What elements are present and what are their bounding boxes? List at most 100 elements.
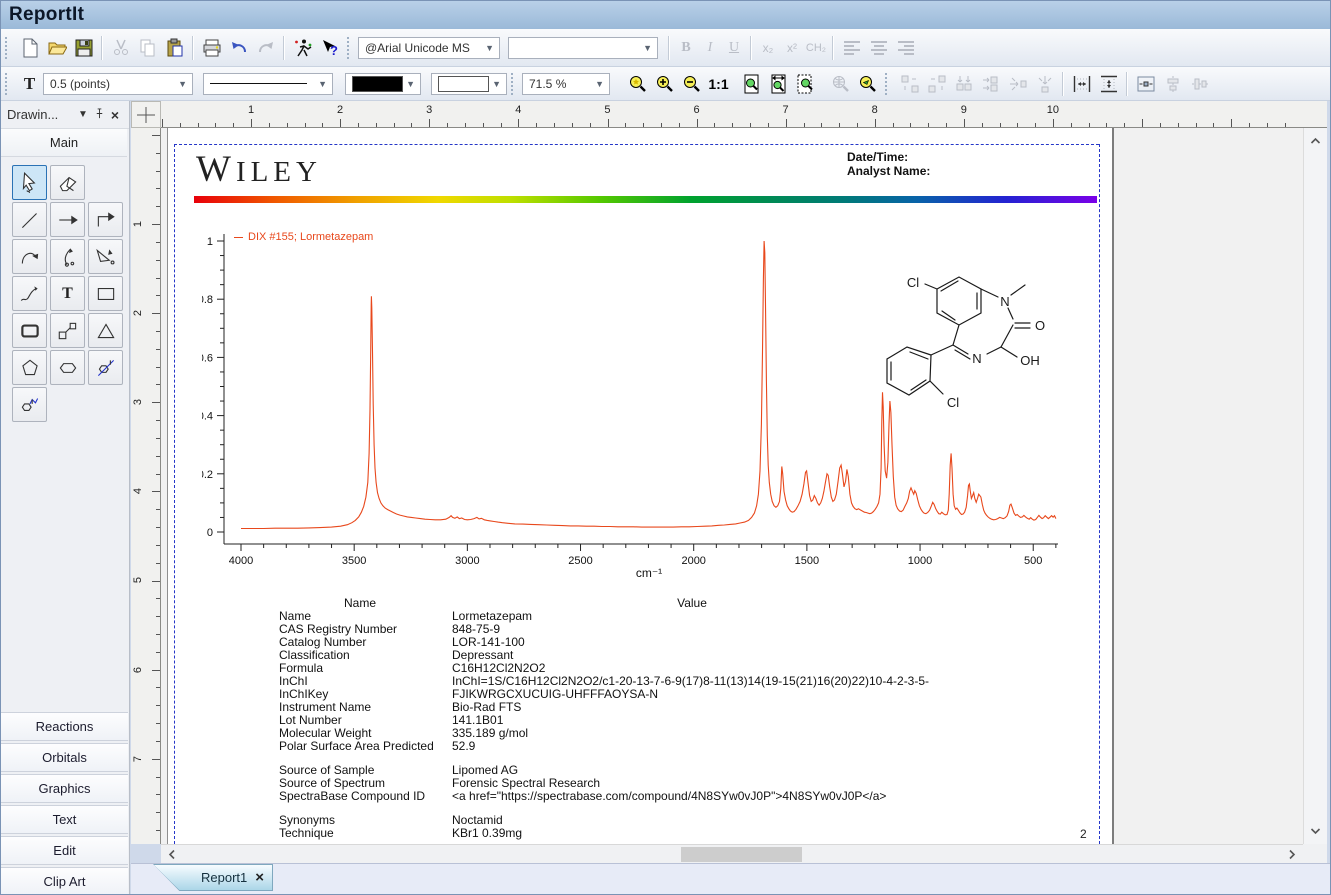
underline-button[interactable]: U <box>722 34 746 61</box>
ring-bond-tool[interactable] <box>88 350 123 385</box>
line-style-select[interactable]: ▼ <box>203 73 333 95</box>
distribute-down-button[interactable] <box>950 70 977 97</box>
polygon-pen-tool[interactable] <box>88 239 123 274</box>
ruler-tick <box>1178 123 1179 127</box>
point-size-select[interactable]: 0.5 (points) ▼ <box>43 73 193 95</box>
toolbar-grip[interactable] <box>5 37 11 59</box>
superscript-button[interactable]: x² <box>780 34 804 61</box>
ruler-origin-button[interactable] <box>131 101 161 128</box>
scroll-right-button[interactable] <box>1283 844 1301 864</box>
rounded-rectangle-tool[interactable] <box>12 313 47 348</box>
panel-button-graphics[interactable]: Graphics <box>1 774 128 803</box>
connected-shapes-tool[interactable] <box>50 313 85 348</box>
panel-close-button[interactable]: × <box>107 107 123 123</box>
center-horizontal-button[interactable] <box>1159 70 1186 97</box>
panel-menu-button[interactable]: ▼ <box>75 109 91 120</box>
toolbar-grip[interactable] <box>347 37 353 59</box>
fit-width-button[interactable] <box>765 70 792 97</box>
report-wizard-button[interactable] <box>289 34 316 61</box>
ruler-tick <box>1231 119 1232 127</box>
text-annotation-tool[interactable]: T <box>50 276 85 311</box>
bold-button[interactable]: B <box>674 34 698 61</box>
subscript-button[interactable]: x₂ <box>756 34 780 61</box>
arrow-tool[interactable] <box>50 202 85 237</box>
paste-button[interactable] <box>161 34 188 61</box>
toolbar-grip[interactable] <box>511 73 517 95</box>
equal-vertical-spacing-button[interactable] <box>1095 70 1122 97</box>
redo-button[interactable] <box>252 34 279 61</box>
center-vertical-button[interactable] <box>1186 70 1213 97</box>
fit-page-button[interactable] <box>738 70 765 97</box>
new-document-button[interactable] <box>16 34 43 61</box>
toolbar-grip[interactable] <box>885 73 891 95</box>
panel-button-orbitals[interactable]: Orbitals <box>1 743 128 772</box>
cut-button[interactable] <box>107 34 134 61</box>
fill-color-select[interactable]: ▼ <box>431 73 507 95</box>
hexagon-tool[interactable] <box>50 350 85 385</box>
distribute-right-button[interactable] <box>977 70 1004 97</box>
ruler-tick <box>152 491 160 492</box>
rectangle-tool[interactable] <box>88 276 123 311</box>
print-button[interactable] <box>198 34 225 61</box>
zoom-in-button[interactable] <box>651 70 678 97</box>
scroll-up-button[interactable] <box>1304 131 1326 151</box>
zoom-out-button[interactable] <box>678 70 705 97</box>
ruler-tick <box>269 123 270 127</box>
pentagon-tool[interactable] <box>12 350 47 385</box>
save-button[interactable] <box>70 34 97 61</box>
panel-button-reactions[interactable]: Reactions <box>1 712 128 741</box>
size-to-tallest-button[interactable] <box>923 70 950 97</box>
fit-selection-button[interactable] <box>792 70 819 97</box>
size-to-widest-button[interactable] <box>896 70 923 97</box>
font-family-select[interactable]: @Arial Unicode MS ▼ <box>358 37 500 59</box>
context-help-button[interactable]: ? <box>316 34 343 61</box>
horizontal-scrollbar[interactable] <box>161 844 1303 863</box>
report-page: WILEY Date/Time: Analyst Name: 400035003… <box>167 128 1114 844</box>
line-color-select[interactable]: ▼ <box>345 73 421 95</box>
style-select[interactable]: ▼ <box>508 37 658 59</box>
select-tool[interactable] <box>12 165 47 200</box>
line-tool[interactable] <box>12 202 47 237</box>
actual-size-button[interactable]: 1:1 <box>705 70 732 97</box>
scroll-left-button[interactable] <box>163 844 181 864</box>
space-down-button[interactable] <box>1031 70 1058 97</box>
italic-button[interactable]: I <box>698 34 722 61</box>
elbow-arrow-tool[interactable] <box>88 202 123 237</box>
tab-close-button[interactable]: × <box>255 870 264 885</box>
zoom-level-select[interactable]: 71.5 % ▼ <box>522 73 610 95</box>
pencil-tool[interactable] <box>12 276 47 311</box>
triangle-tool[interactable] <box>88 313 123 348</box>
eraser-tool[interactable] <box>50 165 85 200</box>
align-left-button[interactable] <box>838 34 865 61</box>
undo-button[interactable] <box>225 34 252 61</box>
arc-tool[interactable] <box>12 239 47 274</box>
zoom-all-button[interactable] <box>827 70 854 97</box>
pin-icon[interactable] <box>91 108 107 122</box>
align-center-button[interactable] <box>865 34 892 61</box>
ruler-number: 2 <box>337 104 343 116</box>
text-style-button[interactable]: T <box>16 70 43 97</box>
space-across-button[interactable] <box>1004 70 1031 97</box>
dynamic-zoom-button[interactable] <box>624 70 651 97</box>
toolbar-grip[interactable] <box>5 73 11 95</box>
fit-width-icon <box>769 74 789 94</box>
pen-tool[interactable] <box>50 239 85 274</box>
panel-section-main[interactable]: Main <box>1 129 127 157</box>
ring-chain-tool[interactable] <box>12 387 47 422</box>
tab-report1[interactable]: Report1 × <box>153 864 273 891</box>
scroll-down-button[interactable] <box>1304 821 1326 841</box>
report-canvas[interactable]: WILEY Date/Time: Analyst Name: 400035003… <box>161 128 1303 844</box>
scrollbar-thumb[interactable] <box>681 847 802 862</box>
panel-button-edit[interactable]: Edit <box>1 836 128 865</box>
chemical-format-button[interactable]: CH₂ <box>804 34 828 61</box>
equal-horizontal-spacing-button[interactable] <box>1068 70 1095 97</box>
align-right-button[interactable] <box>892 34 919 61</box>
center-in-page-button[interactable] <box>1132 70 1159 97</box>
ruler-number: 8 <box>872 104 878 116</box>
open-button[interactable] <box>43 34 70 61</box>
panel-button-clipart[interactable]: Clip Art <box>1 867 128 895</box>
zoom-previous-button[interactable] <box>854 70 881 97</box>
panel-button-text[interactable]: Text <box>1 805 128 834</box>
copy-button[interactable] <box>134 34 161 61</box>
vertical-scrollbar[interactable] <box>1303 128 1327 844</box>
